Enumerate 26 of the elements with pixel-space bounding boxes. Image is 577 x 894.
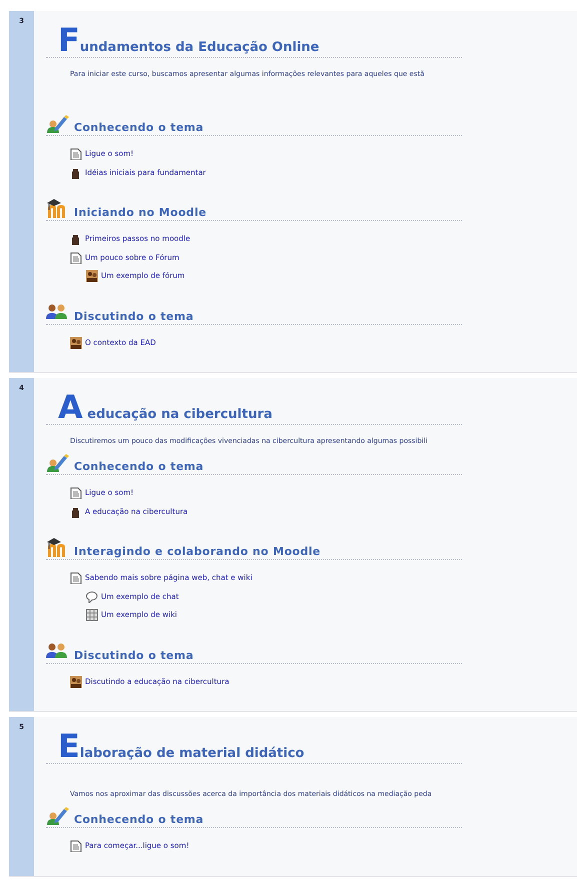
document-icon — [70, 840, 82, 852]
topic-heading: Iniciando no Moodle — [74, 206, 206, 220]
person-pencil-icon — [46, 113, 70, 135]
section-title: Elaboração de material didático — [58, 729, 304, 763]
grid-icon — [86, 609, 98, 622]
person-pencil-icon — [46, 452, 70, 474]
jar-icon — [70, 166, 82, 179]
people-icon — [70, 336, 82, 349]
person-pencil-icon — [46, 805, 70, 827]
topic-heading: Interagindo e colaborando no Moodle — [74, 545, 321, 559]
people-icon — [86, 270, 98, 282]
speech-bubble-icon — [86, 590, 98, 603]
document-icon — [70, 572, 82, 584]
topic-heading: Discutindo o tema — [74, 310, 194, 324]
topic-heading: Conhecendo o tema — [74, 813, 204, 827]
section-title: Fundamentos da Educação Online — [58, 23, 320, 57]
jar-icon — [70, 506, 82, 518]
topic-heading: Discutindo o tema — [74, 648, 194, 662]
jar-icon — [70, 233, 82, 246]
document-icon — [70, 252, 82, 264]
people-icon — [70, 676, 82, 688]
section-title: A educação na cibercultura — [58, 390, 272, 424]
document-icon — [70, 487, 82, 500]
document-icon — [70, 148, 82, 160]
topic-heading: Conhecendo o tema — [74, 121, 204, 135]
topic-heading: Conhecendo o tema — [74, 460, 204, 474]
